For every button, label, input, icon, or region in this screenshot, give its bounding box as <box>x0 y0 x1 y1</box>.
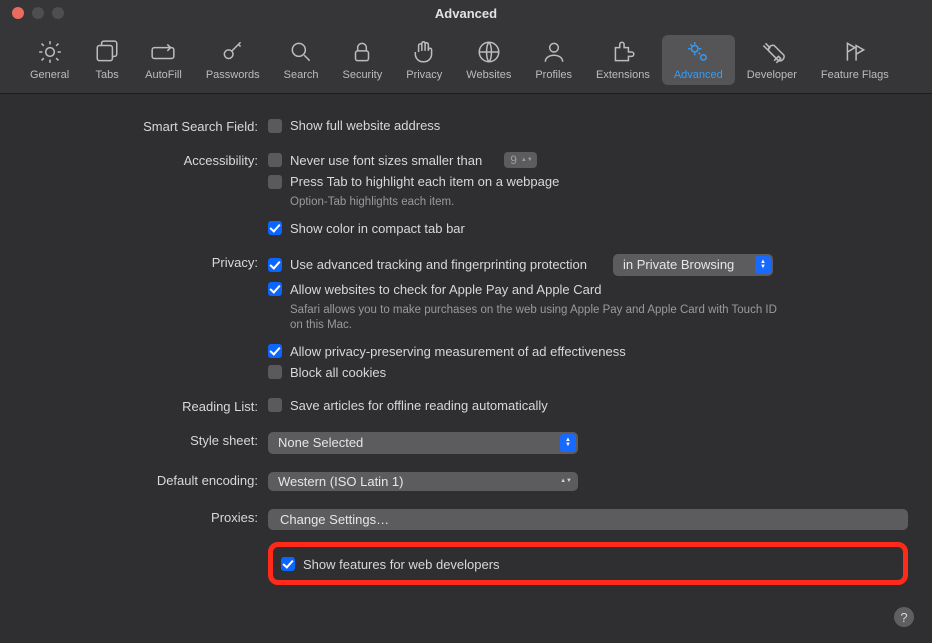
person-icon <box>541 39 567 65</box>
stylesheet-select[interactable]: None Selected ▲▼ <box>268 432 578 454</box>
titlebar: Advanced <box>0 0 932 26</box>
privacy-label: Privacy: <box>24 254 268 270</box>
apple-pay-hint: Safari allows you to make purchases on t… <box>268 303 788 338</box>
smart-search-label: Smart Search Field: <box>24 118 268 134</box>
tab-label: Feature Flags <box>821 69 889 81</box>
compact-tab-color-checkbox[interactable] <box>268 221 282 235</box>
gears-icon <box>685 39 711 65</box>
show-dev-features-checkbox[interactable] <box>281 557 295 571</box>
block-cookies-checkbox[interactable] <box>268 365 282 379</box>
flags-icon <box>842 39 868 65</box>
apple-pay-checkbox[interactable] <box>268 282 282 296</box>
tab-general[interactable]: General <box>18 35 81 85</box>
chevron-updown-icon: ▲▼ <box>560 434 576 452</box>
min-font-size-value: 9 <box>510 153 517 167</box>
tab-label: Privacy <box>406 69 442 81</box>
tab-label: AutoFill <box>145 69 182 81</box>
key-icon <box>220 39 246 65</box>
encoding-label: Default encoding: <box>24 472 268 488</box>
min-font-size-select[interactable]: 9 ▲▼ <box>504 152 537 168</box>
offline-reading-label: Save articles for offline reading automa… <box>290 398 548 413</box>
tab-label: Advanced <box>674 69 723 81</box>
tab-autofill[interactable]: AutoFill <box>133 35 194 85</box>
preferences-toolbar: General Tabs AutoFill Passwords Search S… <box>0 26 932 94</box>
tabs-icon <box>94 39 120 65</box>
encoding-value: Western (ISO Latin 1) <box>278 474 403 489</box>
tab-websites[interactable]: Websites <box>454 35 523 85</box>
press-tab-label: Press Tab to highlight each item on a we… <box>290 174 559 189</box>
pencil-icon <box>150 39 176 65</box>
min-font-size-checkbox[interactable] <box>268 153 282 167</box>
apple-pay-label: Allow websites to check for Apple Pay an… <box>290 282 601 297</box>
show-dev-features-label: Show features for web developers <box>303 557 500 572</box>
tab-security[interactable]: Security <box>330 35 394 85</box>
tab-label: Passwords <box>206 69 260 81</box>
stylesheet-value: None Selected <box>278 435 363 450</box>
tracking-scope-value: in Private Browsing <box>623 257 734 272</box>
accessibility-label: Accessibility: <box>24 152 268 168</box>
tab-advanced[interactable]: Advanced <box>662 35 735 85</box>
window-title: Advanced <box>0 6 932 21</box>
reading-list-label: Reading List: <box>24 398 268 414</box>
lock-icon <box>349 39 375 65</box>
tab-label: Extensions <box>596 69 650 81</box>
search-icon <box>288 39 314 65</box>
globe-icon <box>476 39 502 65</box>
stylesheet-label: Style sheet: <box>24 432 268 448</box>
help-button[interactable]: ? <box>894 607 914 627</box>
chevron-updown-icon: ▲▼ <box>560 479 576 484</box>
gear-icon <box>37 39 63 65</box>
ad-measurement-label: Allow privacy-preserving measurement of … <box>290 344 626 359</box>
tracking-scope-select[interactable]: in Private Browsing ▲▼ <box>613 254 773 276</box>
highlight-box: Show features for web developers <box>268 542 908 585</box>
ad-measurement-checkbox[interactable] <box>268 344 282 358</box>
tab-label: Tabs <box>96 69 119 81</box>
tab-feature-flags[interactable]: Feature Flags <box>809 35 901 85</box>
tools-icon <box>759 39 785 65</box>
tracking-protection-label: Use advanced tracking and fingerprinting… <box>290 257 587 272</box>
tab-extensions[interactable]: Extensions <box>584 35 662 85</box>
minimize-window-button[interactable] <box>32 7 44 19</box>
tab-label: Profiles <box>535 69 572 81</box>
tab-tabs[interactable]: Tabs <box>81 35 133 85</box>
hand-icon <box>411 39 437 65</box>
change-proxy-settings-button[interactable]: Change Settings… <box>268 509 908 530</box>
min-font-size-label: Never use font sizes smaller than <box>290 153 482 168</box>
press-tab-hint: Option-Tab highlights each item. <box>268 195 788 215</box>
chevron-updown-icon: ▲▼ <box>755 256 771 274</box>
tab-label: General <box>30 69 69 81</box>
traffic-lights <box>0 7 64 19</box>
chevron-updown-icon: ▲▼ <box>521 158 533 163</box>
puzzle-icon <box>610 39 636 65</box>
tab-search[interactable]: Search <box>272 35 331 85</box>
proxies-label: Proxies: <box>24 509 268 525</box>
block-cookies-label: Block all cookies <box>290 365 386 380</box>
offline-reading-checkbox[interactable] <box>268 398 282 412</box>
close-window-button[interactable] <box>12 7 24 19</box>
tab-profiles[interactable]: Profiles <box>523 35 584 85</box>
show-full-url-label: Show full website address <box>290 118 440 133</box>
tab-label: Search <box>284 69 319 81</box>
tab-label: Security <box>342 69 382 81</box>
encoding-select[interactable]: Western (ISO Latin 1) ▲▼ <box>268 472 578 491</box>
press-tab-checkbox[interactable] <box>268 175 282 189</box>
tab-label: Developer <box>747 69 797 81</box>
tab-privacy[interactable]: Privacy <box>394 35 454 85</box>
tab-developer[interactable]: Developer <box>735 35 809 85</box>
tracking-protection-checkbox[interactable] <box>268 258 282 272</box>
compact-tab-color-label: Show color in compact tab bar <box>290 221 465 236</box>
tab-label: Websites <box>466 69 511 81</box>
show-full-url-checkbox[interactable] <box>268 119 282 133</box>
tab-passwords[interactable]: Passwords <box>194 35 272 85</box>
zoom-window-button[interactable] <box>52 7 64 19</box>
content-area: Smart Search Field: Show full website ad… <box>0 94 932 585</box>
